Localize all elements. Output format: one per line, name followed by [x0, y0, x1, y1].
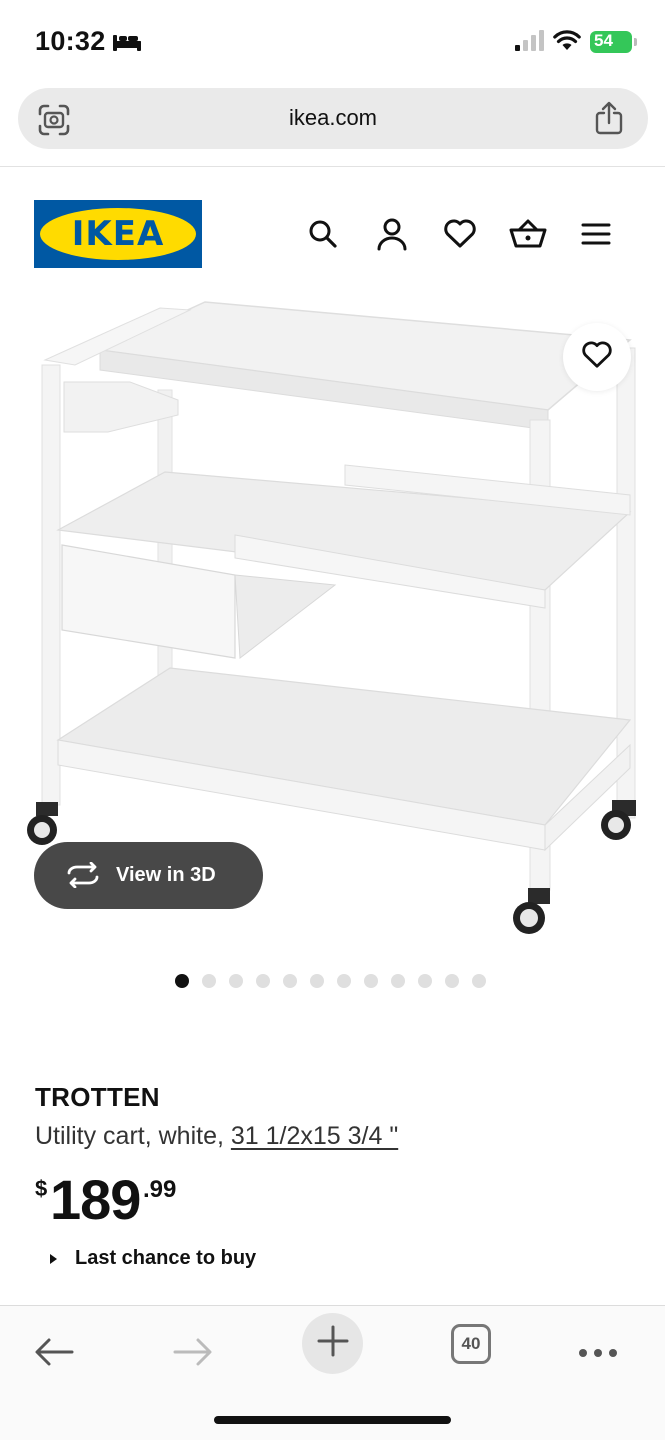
carousel-dot[interactable] — [472, 974, 486, 988]
carousel-dot[interactable] — [202, 974, 216, 988]
last-chance-label: Last chance to buy — [75, 1247, 257, 1269]
carousel-dot[interactable] — [175, 974, 189, 988]
tabs-button[interactable]: 40 — [451, 1324, 491, 1364]
forward-button[interactable] — [163, 1324, 223, 1384]
more-dots-icon — [578, 1345, 618, 1363]
disclosure-triangle-icon — [50, 1253, 57, 1264]
carousel-dot[interactable] — [445, 974, 459, 988]
url-text[interactable]: ikea.com — [18, 105, 648, 131]
rotate-3d-icon — [64, 861, 102, 893]
forward-arrow-icon — [173, 1337, 213, 1372]
price-decimal: .99 — [143, 1176, 177, 1203]
search-icon[interactable] — [303, 214, 343, 254]
price-integer: 189 — [50, 1168, 141, 1231]
product-name: TROTTEN — [35, 1082, 160, 1112]
product-description: Utility cart, white, 31 1/2x15 3/4 " — [35, 1122, 398, 1151]
save-to-favorites-button[interactable] — [563, 323, 631, 391]
back-arrow-icon — [34, 1337, 74, 1372]
carousel-dot[interactable] — [256, 974, 270, 988]
more-options-button[interactable] — [568, 1324, 628, 1384]
carousel-dot[interactable] — [391, 974, 405, 988]
status-bar: 10:32 54 — [0, 0, 665, 84]
carousel-dot[interactable] — [337, 974, 351, 988]
cart-icon[interactable] — [508, 214, 548, 254]
carousel-dot[interactable] — [310, 974, 324, 988]
divider — [0, 166, 665, 167]
image-carousel-dots[interactable] — [175, 974, 486, 988]
logo-text: IKEA — [71, 214, 165, 254]
status-time: 10:32 — [35, 26, 106, 56]
address-bar[interactable]: ikea.com — [18, 88, 648, 149]
wishlist-icon[interactable] — [440, 214, 480, 254]
share-icon[interactable] — [594, 101, 624, 140]
product-type: Utility cart, white, — [35, 1122, 231, 1150]
view-in-3d-button[interactable]: View in 3D — [34, 842, 263, 909]
price-currency: $ — [35, 1176, 48, 1201]
last-chance-disclosure[interactable]: Last chance to buy — [50, 1247, 256, 1270]
plus-icon — [317, 1325, 349, 1362]
view-in-3d-label: View in 3D — [116, 864, 216, 886]
battery-icon: 54 — [590, 31, 637, 53]
ikea-logo[interactable]: IKEA — [34, 200, 202, 268]
carousel-dot[interactable] — [229, 974, 243, 988]
new-tab-button[interactable] — [302, 1313, 363, 1374]
battery-level: 54 — [594, 31, 613, 50]
carousel-dot[interactable] — [283, 974, 297, 988]
heart-icon — [581, 340, 613, 374]
carousel-dot[interactable] — [364, 974, 378, 988]
menu-icon[interactable] — [576, 214, 616, 254]
sleep-focus-icon — [112, 32, 142, 57]
wifi-icon — [553, 29, 581, 56]
account-icon[interactable] — [372, 214, 412, 254]
home-indicator[interactable] — [214, 1416, 451, 1424]
back-button[interactable] — [24, 1324, 84, 1384]
cellular-signal-icon — [514, 30, 546, 57]
product-size-link[interactable]: 31 1/2x15 3/4 " — [231, 1122, 398, 1150]
carousel-dot[interactable] — [418, 974, 432, 988]
